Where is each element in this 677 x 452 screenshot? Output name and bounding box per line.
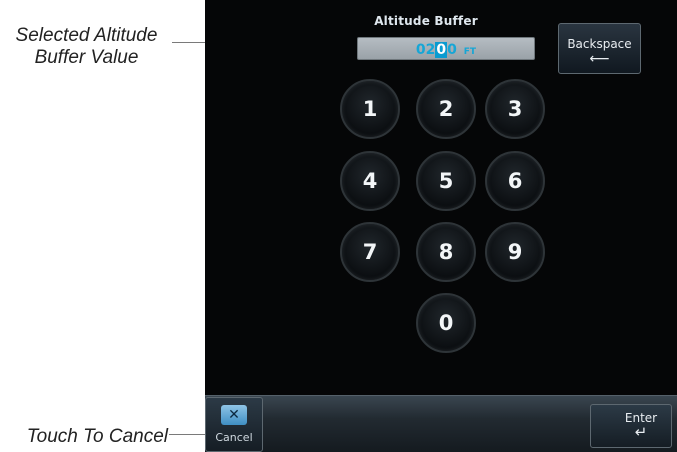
key-7[interactable]: 7 bbox=[340, 222, 400, 282]
enter-button[interactable]: Enter ↵ bbox=[590, 404, 672, 448]
callout-selected-altitude-buffer: Selected Altitude Buffer Value bbox=[15, 25, 158, 68]
backspace-button[interactable]: Backspace ⟵ bbox=[558, 23, 641, 74]
backspace-label: Backspace bbox=[567, 37, 632, 51]
callout-touch-to-cancel: Touch To Cancel bbox=[26, 426, 168, 447]
device-screen: Altitude Buffer 0200 FT Backspace ⟵ 1 2 … bbox=[205, 0, 677, 452]
key-4[interactable]: 4 bbox=[340, 151, 400, 211]
enter-arrow-icon: ↵ bbox=[634, 423, 648, 441]
input-cursor: 0 bbox=[435, 42, 448, 58]
cancel-button[interactable]: ✕ Cancel bbox=[205, 397, 263, 452]
key-3[interactable]: 3 bbox=[485, 79, 545, 139]
key-2[interactable]: 2 bbox=[416, 79, 476, 139]
backspace-arrow-icon: ⟵ bbox=[589, 51, 610, 67]
key-9[interactable]: 9 bbox=[485, 222, 545, 282]
key-5[interactable]: 5 bbox=[416, 151, 476, 211]
key-6[interactable]: 6 bbox=[485, 151, 545, 211]
unit-label: FT bbox=[463, 47, 477, 57]
altitude-buffer-field: 0200 FT bbox=[357, 37, 535, 60]
cancel-label: Cancel bbox=[215, 431, 253, 444]
altitude-buffer-value: 0200 bbox=[415, 42, 457, 58]
key-0[interactable]: 0 bbox=[416, 293, 476, 353]
cancel-icon: ✕ bbox=[221, 405, 247, 425]
key-1[interactable]: 1 bbox=[340, 79, 400, 139]
page-title: Altitude Buffer bbox=[374, 14, 478, 28]
key-8[interactable]: 8 bbox=[416, 222, 476, 282]
